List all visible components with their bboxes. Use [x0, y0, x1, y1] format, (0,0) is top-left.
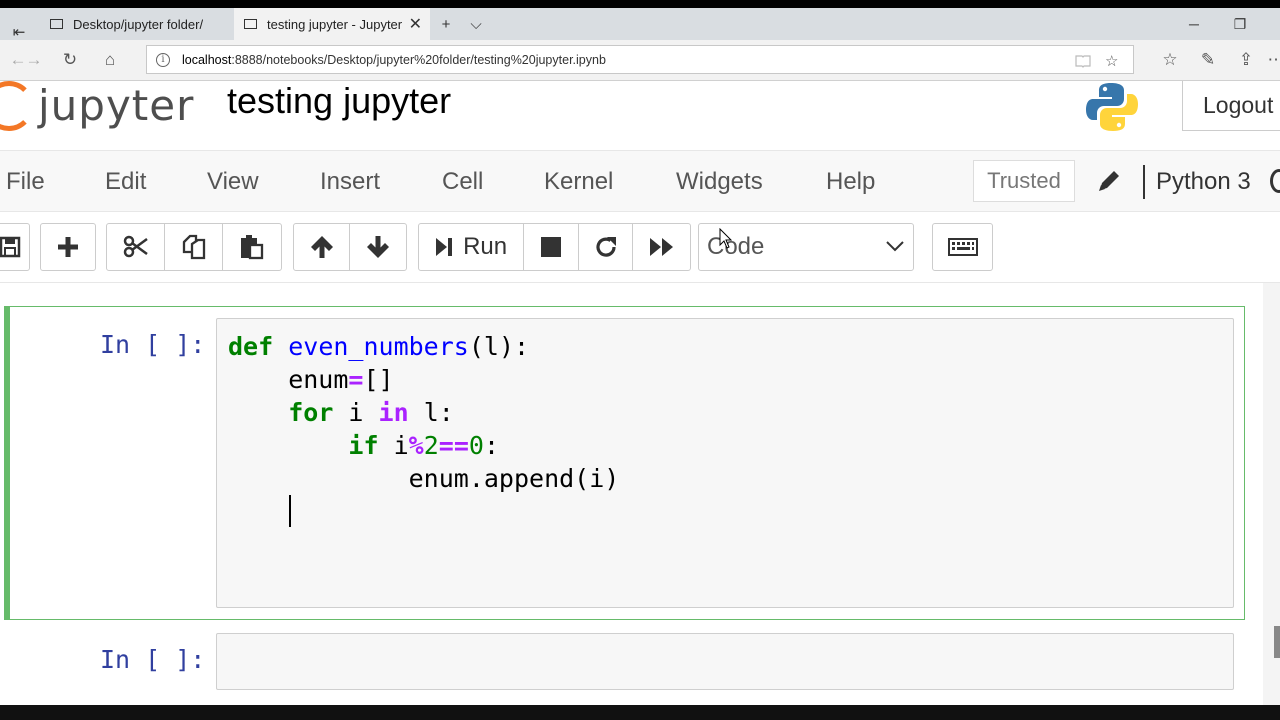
- menu-cell[interactable]: Cell: [442, 151, 483, 213]
- menu-kernel[interactable]: Kernel: [544, 151, 613, 213]
- code-line: for i in l:: [288, 398, 454, 427]
- page-icon: [244, 19, 257, 29]
- refresh-icon[interactable]: ↻: [52, 40, 88, 80]
- url-text[interactable]: localhost:8888/notebooks/Desktop/jupyter…: [182, 53, 606, 67]
- new-tab-button[interactable]: +: [431, 8, 461, 40]
- command-palette-button[interactable]: [933, 224, 992, 270]
- screen-bottom-border: [0, 705, 1280, 720]
- insert-group: [40, 223, 96, 271]
- text-cursor: [289, 495, 291, 527]
- mouse-pointer-icon: [719, 228, 733, 249]
- favorites-list-icon[interactable]: ☆: [1152, 40, 1188, 80]
- screen-top-border: [0, 0, 1280, 8]
- restore-window-icon[interactable]: ❐: [1217, 8, 1263, 40]
- edit-mode-pencil-icon: [1099, 171, 1119, 191]
- jupyter-header: jupyter testing jupyter Logout: [0, 81, 1280, 149]
- restart-kernel-button[interactable]: [579, 224, 634, 270]
- web-notes-pen-icon[interactable]: ✎: [1190, 40, 1226, 80]
- move-cell-down-button[interactable]: [350, 224, 406, 270]
- save-group: [0, 223, 30, 271]
- code-editor-empty[interactable]: [216, 633, 1234, 690]
- arrow-down-icon: [367, 236, 389, 258]
- notebook-menubar: File Edit View Insert Cell Kernel Widget…: [0, 150, 1280, 212]
- paste-button[interactable]: [223, 224, 281, 270]
- keyboard-group: [932, 223, 993, 271]
- save-icon: [0, 236, 21, 258]
- kernel-separator: [1143, 165, 1145, 199]
- menu-edit[interactable]: Edit: [105, 151, 146, 213]
- cell-type-value: Code: [707, 233, 765, 260]
- restart-run-all-button[interactable]: [633, 224, 690, 270]
- cell-input-prompt: In [ ]:: [100, 645, 206, 674]
- code-line: if i%2==0:: [348, 431, 499, 460]
- save-button[interactable]: [0, 224, 29, 270]
- tab-label: testing jupyter - Jupyter: [267, 16, 403, 32]
- plus-icon: [58, 237, 78, 257]
- cut-button[interactable]: [107, 224, 165, 270]
- interrupt-kernel-button[interactable]: [524, 224, 579, 270]
- browser-tab-testing-jupyter[interactable]: testing jupyter - Jupyter ✕: [234, 8, 430, 40]
- copy-icon: [182, 234, 205, 260]
- logout-button[interactable]: Logout: [1182, 81, 1280, 131]
- browser-tab-desktop-folder[interactable]: Desktop/jupyter folder/: [40, 8, 230, 40]
- step-forward-icon: [436, 238, 453, 256]
- menu-widgets[interactable]: Widgets: [676, 151, 763, 213]
- run-group: Run: [418, 223, 691, 271]
- scissors-icon: [123, 235, 148, 258]
- address-bar[interactable]: i localhost:8888/notebooks/Desktop/jupyt…: [146, 45, 1134, 74]
- reading-view-icon[interactable]: [1075, 46, 1091, 75]
- menu-insert[interactable]: Insert: [320, 151, 380, 213]
- copy-button[interactable]: [165, 224, 223, 270]
- chevron-down-icon: [886, 241, 904, 252]
- restart-icon: [596, 237, 616, 257]
- more-menu-icon[interactable]: ⋯: [1258, 40, 1280, 80]
- menu-view[interactable]: View: [207, 151, 259, 213]
- code-line: def even_numbers(l):: [228, 332, 530, 361]
- menu-help[interactable]: Help: [826, 151, 875, 213]
- arrow-up-icon: [310, 236, 333, 258]
- favorite-star-icon[interactable]: ☆: [1105, 46, 1118, 75]
- menu-file[interactable]: File: [6, 151, 45, 213]
- forward-arrow-icon[interactable]: →: [16, 40, 52, 80]
- clipboard-group: [106, 223, 282, 271]
- scrollbar-thumb[interactable]: [1274, 626, 1280, 658]
- code-line: enum.append(i): [228, 464, 620, 493]
- run-button[interactable]: Run: [419, 224, 525, 270]
- insert-cell-button[interactable]: [41, 224, 95, 270]
- kernel-status-indicator-icon: [1270, 169, 1280, 193]
- run-label: Run: [463, 233, 508, 260]
- jupyter-logo-icon: [0, 81, 34, 131]
- notebook-title[interactable]: testing jupyter: [227, 81, 451, 121]
- kernel-name[interactable]: Python 3: [1156, 151, 1251, 213]
- trusted-indicator[interactable]: Trusted: [973, 160, 1075, 202]
- tab-label: Desktop/jupyter folder/: [73, 16, 204, 32]
- notebook-toolbar: Run Code: [0, 212, 1280, 283]
- jupyter-logo-text[interactable]: jupyter: [38, 81, 194, 130]
- minimize-window-icon[interactable]: ─: [1171, 8, 1217, 40]
- stop-icon: [541, 237, 562, 257]
- home-icon[interactable]: ⌂: [92, 40, 128, 80]
- fast-forward-icon: [649, 238, 673, 256]
- site-info-icon[interactable]: i: [156, 52, 170, 67]
- close-tab-icon[interactable]: ✕: [409, 14, 422, 34]
- code-line: enum=[]: [228, 365, 394, 394]
- paste-icon: [241, 235, 264, 260]
- keyboard-icon: [947, 238, 978, 256]
- browser-navigation-bar: ← → ↻ ⌂ i localhost:8888/notebooks/Deskt…: [0, 40, 1280, 81]
- cell-input-prompt: In [ ]:: [100, 330, 206, 359]
- tab-list-button[interactable]: ⌵: [461, 8, 491, 40]
- page-icon: [50, 19, 63, 29]
- python-logo-icon: [1086, 83, 1138, 131]
- move-group: [293, 223, 407, 271]
- move-cell-up-button[interactable]: [294, 224, 351, 270]
